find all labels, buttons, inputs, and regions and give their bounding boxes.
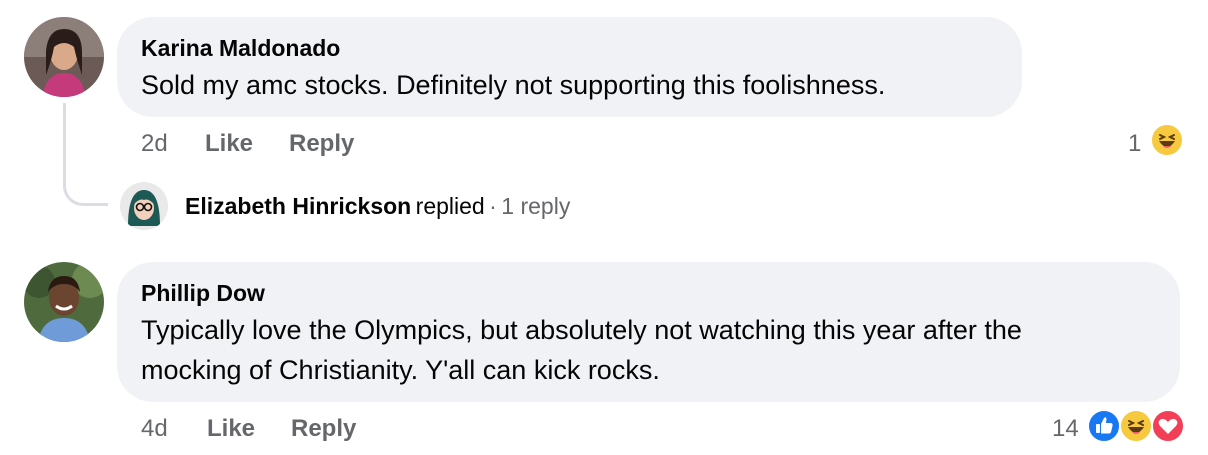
comment-author[interactable]: Phillip Dow	[141, 280, 265, 307]
like-button[interactable]: Like	[207, 415, 255, 443]
thread-connector	[63, 103, 108, 206]
avatar[interactable]	[24, 262, 104, 342]
reply-separator: ·	[489, 193, 497, 219]
reply-button[interactable]: Reply	[289, 130, 354, 158]
reaction-count[interactable]: 14	[1052, 415, 1079, 443]
reply-verb: replied	[415, 193, 485, 219]
reply-summary[interactable]: Elizabeth Hinrickson replied · 1 reply	[185, 193, 570, 220]
comment-bubble: Karina Maldonado Sold my amc stocks. Def…	[117, 17, 1022, 117]
haha-emoji-icon	[1150, 123, 1184, 157]
reply-count[interactable]: 1 reply	[501, 193, 570, 219]
like-emoji-icon	[1087, 409, 1121, 443]
avatar[interactable]	[120, 182, 168, 230]
avatar-elizabeth-icon	[120, 182, 168, 230]
comment-age[interactable]: 2d	[141, 130, 168, 158]
avatar-karina-icon	[24, 17, 104, 97]
haha-emoji-icon	[1119, 409, 1153, 443]
comment-text-line: Typically love the Olympics, but absolut…	[141, 315, 1022, 345]
avatar-phillip-icon	[24, 262, 104, 342]
comment-text: Sold my amc stocks. Definitely not suppo…	[141, 70, 886, 100]
reply-button[interactable]: Reply	[291, 415, 356, 443]
love-emoji-icon	[1151, 409, 1185, 443]
reaction-count[interactable]: 1	[1128, 130, 1141, 158]
reactions-summary[interactable]	[1087, 407, 1187, 445]
comment-age[interactable]: 4d	[141, 415, 168, 443]
comment-author[interactable]: Karina Maldonado	[141, 35, 340, 62]
like-button[interactable]: Like	[205, 130, 253, 158]
avatar[interactable]	[24, 17, 104, 97]
reply-author[interactable]: Elizabeth Hinrickson	[185, 193, 411, 219]
comment-bubble: Phillip Dow Typically love the Olympics,…	[117, 262, 1180, 402]
comment-text-line: mocking of Christianity. Y'all can kick …	[141, 355, 660, 385]
reactions-summary[interactable]	[1150, 123, 1186, 159]
